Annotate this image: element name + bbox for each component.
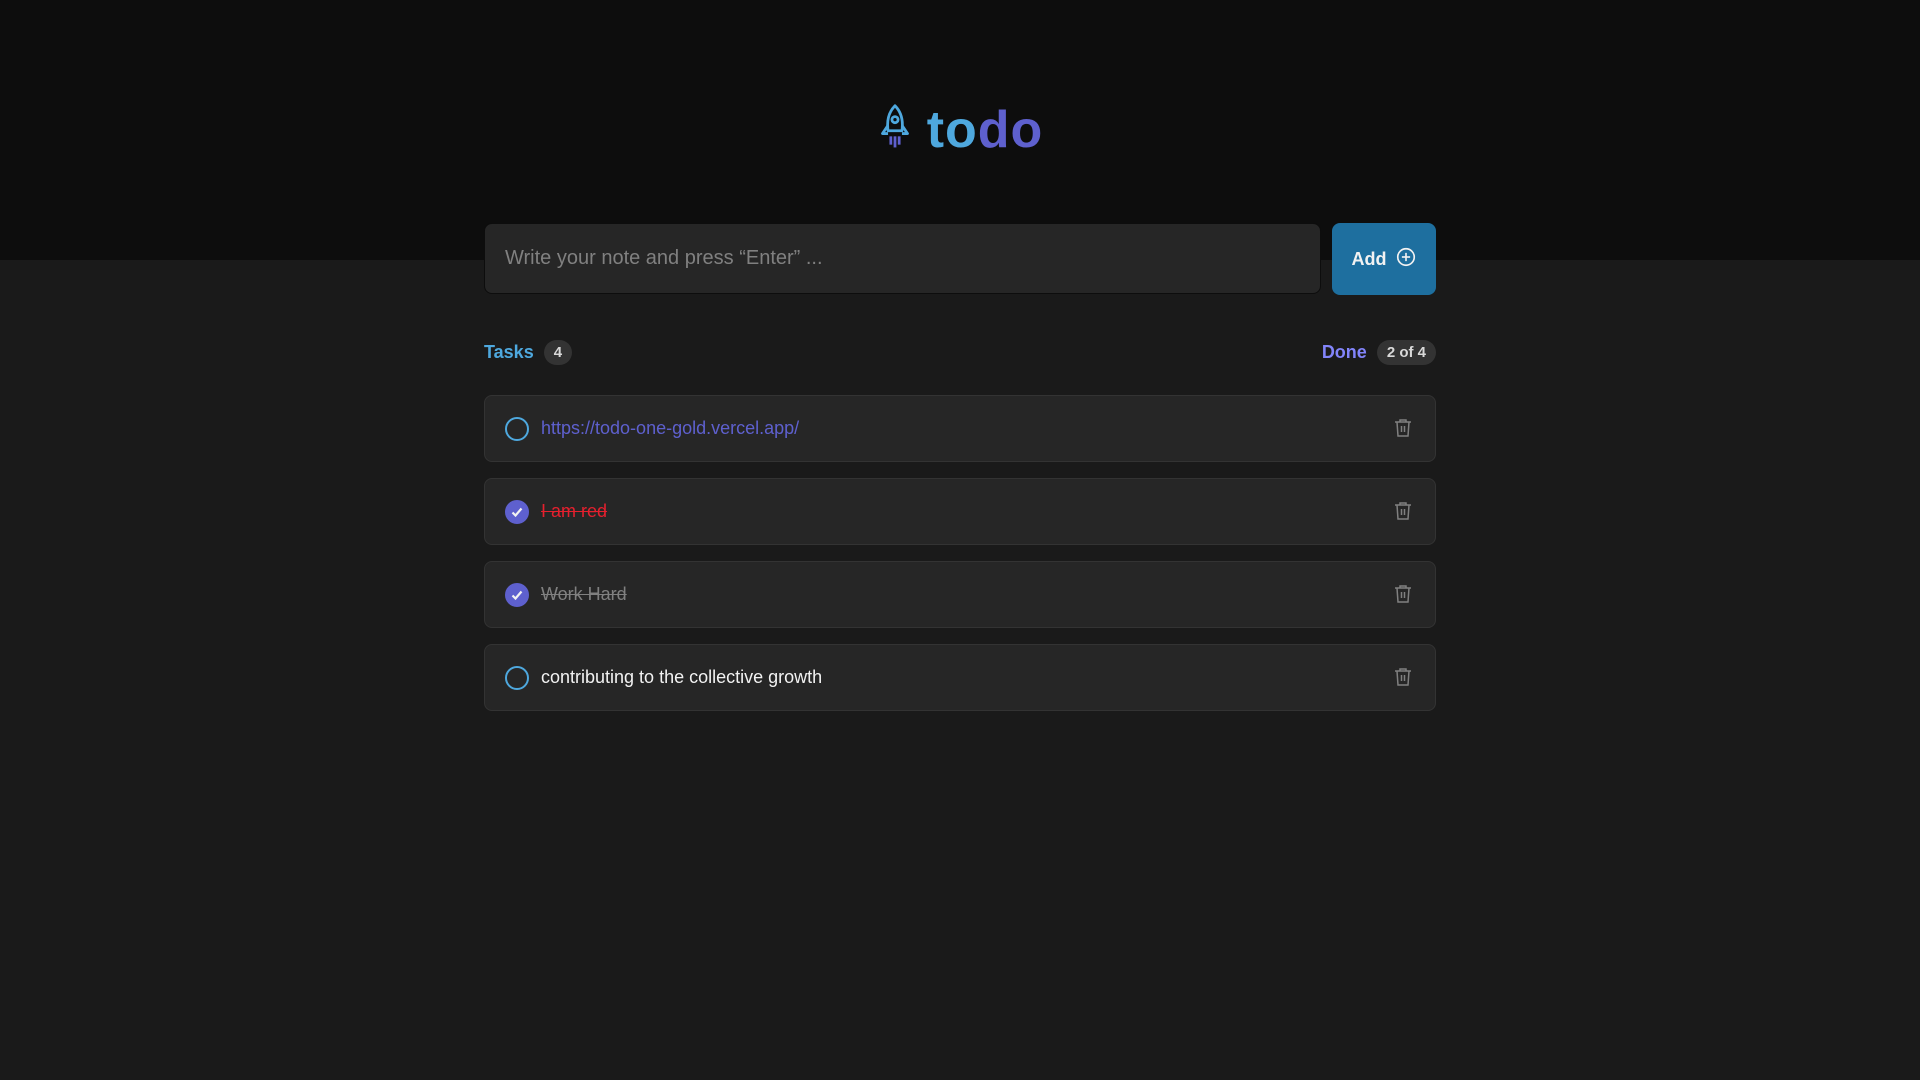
task-item: Work Hard bbox=[484, 561, 1436, 628]
trash-icon[interactable] bbox=[1391, 582, 1415, 606]
task-list: https://todo-one-gold.vercel.app/ I am r… bbox=[484, 395, 1436, 711]
trash-icon[interactable] bbox=[1391, 665, 1415, 689]
new-task-input[interactable] bbox=[484, 223, 1322, 294]
task-checkbox[interactable] bbox=[505, 499, 529, 524]
done-tasks-counter: Done 2 of 4 bbox=[1322, 340, 1436, 365]
task-item: https://todo-one-gold.vercel.app/ bbox=[484, 395, 1436, 462]
task-text: Work Hard bbox=[541, 584, 627, 604]
check-icon bbox=[511, 507, 523, 517]
done-count-badge: 2 of 4 bbox=[1376, 340, 1436, 365]
task-checkbox[interactable] bbox=[505, 665, 529, 690]
trash-icon[interactable] bbox=[1391, 499, 1415, 523]
task-text: contributing to the collective growth bbox=[541, 667, 823, 687]
task-item: I am red bbox=[484, 478, 1436, 545]
tasks-label: Tasks bbox=[484, 342, 534, 362]
trash-icon[interactable] bbox=[1391, 416, 1415, 440]
task-checkbox[interactable] bbox=[505, 582, 529, 607]
task-item: contributing to the collective growth bbox=[484, 644, 1436, 711]
task-counters: Tasks 4 Done 2 of 4 bbox=[484, 340, 1436, 365]
task-text[interactable]: https://todo-one-gold.vercel.app/ bbox=[541, 418, 799, 439]
check-icon bbox=[511, 590, 523, 600]
rocket-icon bbox=[877, 103, 913, 158]
add-button[interactable]: Add bbox=[1332, 223, 1436, 295]
task-checkbox[interactable] bbox=[505, 416, 529, 441]
app-logo: todo bbox=[0, 100, 1920, 160]
add-button-label: Add bbox=[1351, 248, 1387, 269]
done-label: Done bbox=[1321, 342, 1367, 362]
new-task-form: Add bbox=[484, 223, 1436, 295]
task-text: I am red bbox=[541, 501, 608, 521]
logo-text-do: do bbox=[977, 101, 1044, 159]
plus-circle-icon bbox=[1395, 246, 1417, 273]
logo-text: todo bbox=[927, 100, 1044, 160]
created-tasks-counter: Tasks 4 bbox=[484, 340, 573, 365]
tasks-count-badge: 4 bbox=[543, 340, 573, 365]
logo-text-to: to bbox=[926, 101, 978, 159]
